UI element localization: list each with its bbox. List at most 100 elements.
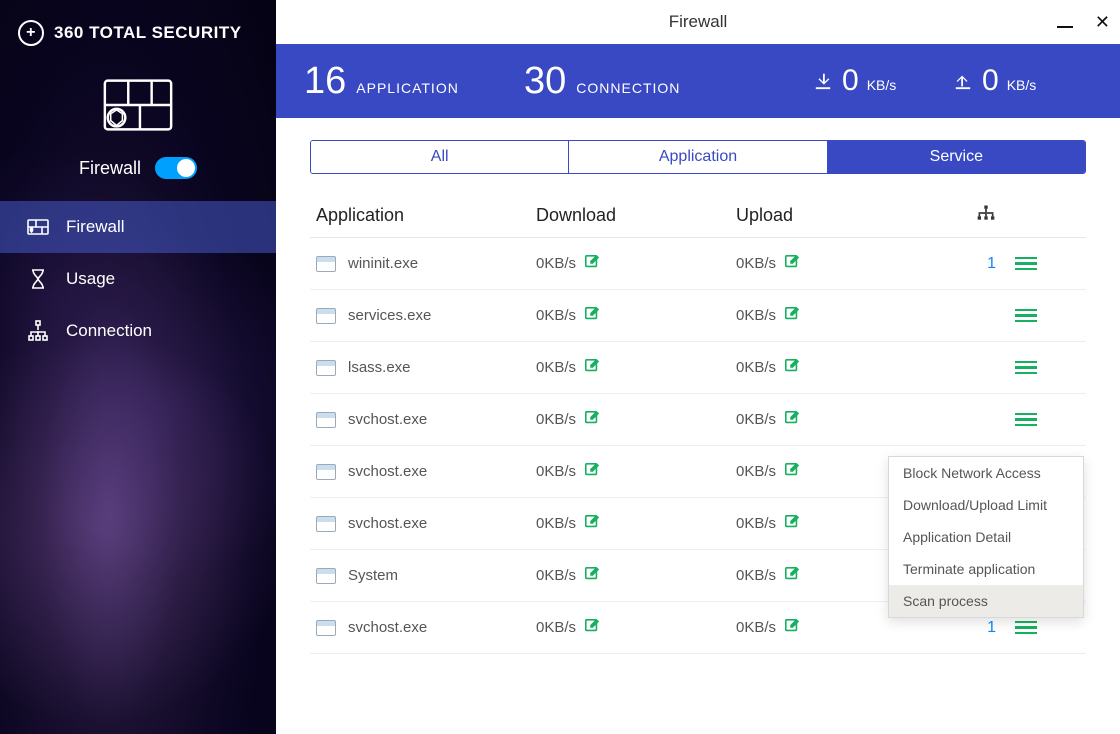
edit-download-icon[interactable] — [584, 410, 600, 430]
download-rate: 0KB/s — [536, 255, 576, 272]
upload-rate: 0KB/s — [736, 619, 776, 636]
close-button[interactable]: ✕ — [1095, 13, 1110, 31]
header-connections-icon — [936, 204, 1006, 227]
hourglass-icon — [26, 267, 50, 291]
stat-applications: 16 APPLICATION — [304, 60, 524, 103]
minimize-button[interactable] — [1057, 13, 1073, 31]
sidebar-item-usage[interactable]: Usage — [0, 253, 276, 305]
stat-upload: 0 KB/s — [952, 64, 1092, 98]
process-name: svchost.exe — [348, 411, 427, 428]
sidebar-item-connection[interactable]: Connection — [0, 305, 276, 357]
edit-download-icon[interactable] — [584, 618, 600, 638]
upload-rate: 0KB/s — [736, 411, 776, 428]
app-file-icon — [316, 412, 336, 428]
download-rate: 0KB/s — [536, 359, 576, 376]
stats-bar: 16 APPLICATION 30 CONNECTION 0 KB/s 0 KB… — [276, 44, 1120, 118]
brand: + 360 TOTAL SECURITY — [0, 0, 276, 66]
upload-rate: 0KB/s — [736, 255, 776, 272]
edit-upload-icon[interactable] — [784, 358, 800, 378]
edit-upload-icon[interactable] — [784, 618, 800, 638]
edit-upload-icon[interactable] — [784, 306, 800, 326]
download-rate: 0KB/s — [536, 307, 576, 324]
sidebar-item-label: Usage — [66, 269, 115, 289]
firewall-toggle-label: Firewall — [79, 158, 141, 179]
ctx-app-detail[interactable]: Application Detail — [889, 521, 1083, 553]
table-row: lsass.exe 0KB/s 0KB/s — [310, 342, 1086, 394]
row-menu-icon[interactable] — [1015, 257, 1037, 271]
app-file-icon — [316, 256, 336, 272]
download-rate: 0KB/s — [536, 463, 576, 480]
process-name: svchost.exe — [348, 619, 427, 636]
ctx-block-network[interactable]: Block Network Access — [889, 457, 1083, 489]
sidebar: + 360 TOTAL SECURITY Firewall — [0, 0, 276, 734]
table-row: svchost.exe 0KB/s 0KB/s — [310, 394, 1086, 446]
stat-download: 0 KB/s — [812, 64, 952, 98]
firewall-icon — [26, 215, 50, 239]
header-download: Download — [536, 205, 736, 226]
edit-download-icon[interactable] — [584, 358, 600, 378]
app-file-icon — [316, 620, 336, 636]
process-name: svchost.exe — [348, 515, 427, 532]
process-name: wininit.exe — [348, 255, 418, 272]
upload-icon — [952, 72, 974, 90]
network-icon — [26, 319, 50, 343]
tab-service[interactable]: Service — [827, 141, 1085, 173]
edit-download-icon[interactable] — [584, 254, 600, 274]
edit-upload-icon[interactable] — [784, 462, 800, 482]
connection-count[interactable]: 1 — [936, 255, 1006, 273]
firewall-toggle[interactable] — [155, 157, 197, 179]
edit-download-icon[interactable] — [584, 462, 600, 482]
sidebar-nav: Firewall Usage Connection — [0, 201, 276, 357]
row-menu-icon[interactable] — [1015, 413, 1037, 427]
edit-download-icon[interactable] — [584, 306, 600, 326]
ctx-terminate[interactable]: Terminate application — [889, 553, 1083, 585]
window-title: Firewall — [669, 12, 728, 32]
edit-upload-icon[interactable] — [784, 566, 800, 586]
tab-application[interactable]: Application — [568, 141, 826, 173]
upload-rate: 0KB/s — [736, 359, 776, 376]
download-icon — [812, 72, 834, 90]
upload-rate: 0KB/s — [736, 463, 776, 480]
sidebar-item-label: Firewall — [66, 217, 125, 237]
edit-upload-icon[interactable] — [784, 514, 800, 534]
edit-upload-icon[interactable] — [784, 254, 800, 274]
download-rate: 0KB/s — [536, 567, 576, 584]
app-file-icon — [316, 568, 336, 584]
row-menu-icon[interactable] — [1015, 621, 1037, 635]
table-row: wininit.exe 0KB/s 0KB/s 1 — [310, 238, 1086, 290]
app-file-icon — [316, 308, 336, 324]
upload-rate: 0KB/s — [736, 307, 776, 324]
stat-connections: 30 CONNECTION — [524, 60, 764, 103]
connection-count[interactable]: 1 — [936, 619, 1006, 637]
firewall-large-icon — [99, 76, 177, 139]
download-rate: 0KB/s — [536, 515, 576, 532]
titlebar: Firewall ✕ — [276, 0, 1120, 44]
edit-download-icon[interactable] — [584, 566, 600, 586]
row-context-menu: Block Network Access Download/Upload Lim… — [888, 456, 1084, 618]
main: Firewall ✕ 16 APPLICATION 30 CONNECTION … — [276, 0, 1120, 734]
filter-tabs: All Application Service — [310, 140, 1086, 174]
header-upload: Upload — [736, 205, 936, 226]
process-name: System — [348, 567, 398, 584]
edit-download-icon[interactable] — [584, 514, 600, 534]
table-header: Application Download Upload — [310, 194, 1086, 238]
sidebar-hero: Firewall — [0, 66, 276, 201]
ctx-limit[interactable]: Download/Upload Limit — [889, 489, 1083, 521]
app-file-icon — [316, 464, 336, 480]
brand-text: 360 TOTAL SECURITY — [54, 23, 242, 43]
download-rate: 0KB/s — [536, 411, 576, 428]
process-name: lsass.exe — [348, 359, 411, 376]
row-menu-icon[interactable] — [1015, 361, 1037, 375]
table-row: services.exe0KB/s0KB/s — [310, 290, 1086, 342]
edit-upload-icon[interactable] — [784, 410, 800, 430]
app-file-icon — [316, 516, 336, 532]
row-menu-icon[interactable] — [1015, 309, 1037, 323]
brand-logo-icon: + — [18, 20, 44, 46]
header-application: Application — [316, 205, 536, 226]
tab-all[interactable]: All — [311, 141, 568, 173]
ctx-scan[interactable]: Scan process — [889, 585, 1083, 617]
sidebar-item-firewall[interactable]: Firewall — [0, 201, 276, 253]
upload-rate: 0KB/s — [736, 567, 776, 584]
download-rate: 0KB/s — [536, 619, 576, 636]
upload-rate: 0KB/s — [736, 515, 776, 532]
